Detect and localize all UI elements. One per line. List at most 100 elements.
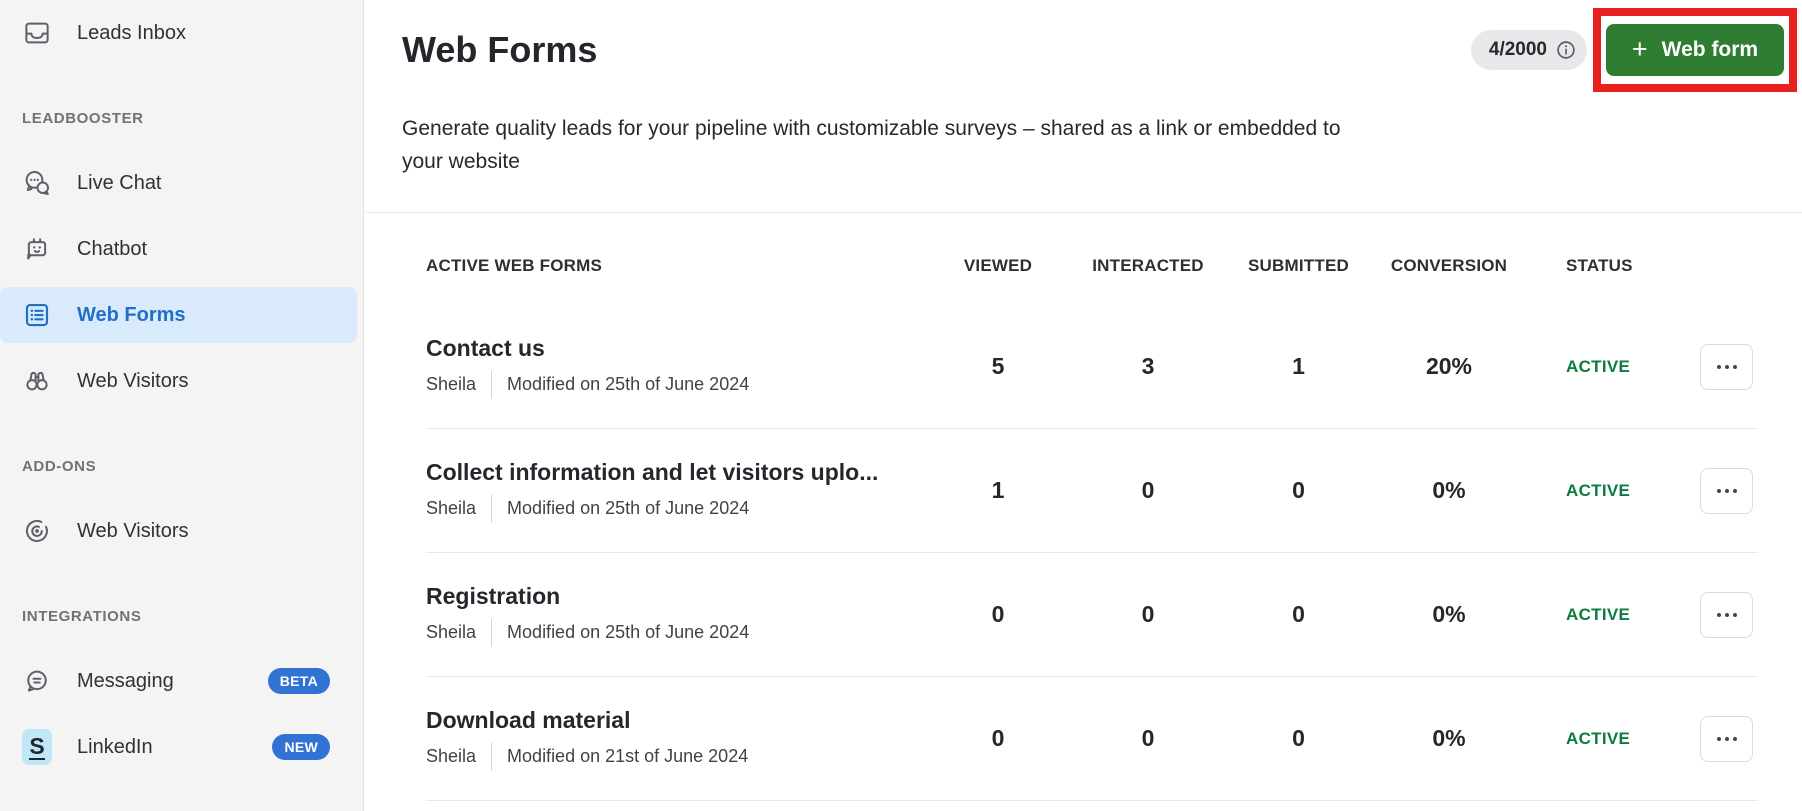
more-options-button[interactable]	[1700, 343, 1753, 390]
info-icon[interactable]	[1555, 39, 1577, 61]
status-badge: ACTIVE	[1566, 604, 1631, 624]
column-header-submitted[interactable]: SUBMITTED	[1223, 256, 1374, 276]
sidebar-item-web-forms[interactable]: Web Forms	[0, 287, 357, 343]
form-subtitle: Sheila Modified on 25th of June 2024	[426, 370, 923, 399]
table-row: Collect information and let visitors upl…	[426, 429, 1758, 553]
add-web-form-button[interactable]: + Web form	[1606, 24, 1784, 76]
form-title[interactable]: Collect information and let visitors upl…	[426, 459, 906, 486]
subtitle-divider	[491, 742, 493, 771]
status-cell: ACTIVE	[1524, 481, 1700, 501]
new-badge: NEW	[272, 734, 330, 760]
viewed-value: 0	[991, 725, 1005, 751]
sidebar-item-label: Leads Inbox	[77, 21, 186, 44]
chatbot-icon	[22, 234, 52, 264]
plus-icon: +	[1631, 33, 1648, 64]
usage-counter-value: 4/2000	[1488, 39, 1547, 60]
sidebar-item-live-chat[interactable]: Live Chat	[0, 155, 363, 211]
submitted-value: 0	[1292, 725, 1305, 751]
form-title[interactable]: Registration	[426, 583, 906, 610]
conversion-value: 0%	[1432, 477, 1466, 503]
column-header-interacted[interactable]: INTERACTED	[1073, 256, 1223, 276]
sidebar-item-label: Web Visitors	[77, 519, 189, 542]
form-name-cell: Registration Sheila Modified on 25th of …	[426, 583, 923, 647]
form-title[interactable]: Contact us	[426, 335, 906, 362]
conversion-value: 0%	[1432, 601, 1466, 627]
page-header: Web Forms 4/2000 + Web form Generate qua…	[365, 0, 1802, 213]
form-modified: Modified on 21st of June 2024	[507, 746, 749, 766]
usage-counter-badge: 4/2000	[1470, 30, 1587, 70]
sidebar-item-label: Web Forms	[77, 303, 186, 326]
form-subtitle: Sheila Modified on 25th of June 2024	[426, 618, 923, 647]
column-header-viewed[interactable]: VIEWED	[923, 256, 1073, 276]
sidebar-item-messaging[interactable]: Messaging BETA	[0, 653, 363, 709]
form-modified: Modified on 25th of June 2024	[507, 374, 750, 394]
viewed-value: 0	[991, 601, 1005, 627]
form-title[interactable]: Download material	[426, 707, 906, 734]
submitted-value: 1	[1292, 353, 1305, 379]
sidebar-item-web-visitors[interactable]: Web Visitors	[0, 503, 363, 559]
sidebar-item-label: Messaging	[77, 669, 174, 692]
form-owner: Sheila	[426, 374, 477, 394]
form-subtitle: Sheila Modified on 25th of June 2024	[426, 494, 923, 523]
status-badge: ACTIVE	[1566, 728, 1631, 748]
table-row: Download material Sheila Modified on 21s…	[426, 677, 1758, 801]
beta-badge: BETA	[267, 668, 330, 694]
form-name-cell: Contact us Sheila Modified on 25th of Ju…	[426, 335, 923, 399]
sidebar-item-label: Live Chat	[77, 171, 162, 194]
more-options-button[interactable]	[1700, 591, 1753, 638]
subtitle-divider	[491, 370, 493, 399]
conversion-value: 20%	[1425, 353, 1473, 379]
add-web-form-label: Web form	[1661, 38, 1759, 61]
form-name-cell: Download material Sheila Modified on 21s…	[426, 707, 923, 771]
binoculars-icon	[22, 366, 52, 396]
table-row: Registration Sheila Modified on 25th of …	[426, 553, 1758, 677]
surfe-linkedin-icon: S	[22, 729, 52, 765]
interacted-value: 0	[1141, 477, 1155, 503]
main-content: Web Forms 4/2000 + Web form Generate qua…	[365, 0, 1802, 811]
form-modified: Modified on 25th of June 2024	[507, 498, 750, 518]
section-label-leadbooster: LEADBOOSTER	[22, 110, 144, 127]
web-forms-icon	[22, 300, 52, 330]
interacted-value: 0	[1141, 725, 1155, 751]
actions-cell	[1700, 715, 1758, 762]
status-cell: ACTIVE	[1524, 729, 1700, 749]
column-header-conversion[interactable]: CONVERSION	[1374, 256, 1524, 276]
form-modified: Modified on 25th of June 2024	[507, 622, 750, 642]
form-owner: Sheila	[426, 746, 477, 766]
form-name-cell: Collect information and let visitors upl…	[426, 459, 923, 523]
more-options-button[interactable]	[1700, 715, 1753, 762]
live-chat-icon	[22, 168, 52, 198]
conversion-value: 0%	[1432, 725, 1466, 751]
status-badge: ACTIVE	[1566, 356, 1631, 376]
annotation-highlight-box: + Web form	[1593, 8, 1797, 92]
viewed-value: 5	[991, 353, 1005, 379]
section-label-integrations: INTEGRATIONS	[22, 608, 142, 625]
sidebar-item-label: Chatbot	[77, 237, 148, 260]
form-owner: Sheila	[426, 498, 477, 518]
actions-cell	[1700, 467, 1758, 514]
inbox-icon	[22, 18, 52, 48]
sidebar-item-leads-inbox[interactable]: Leads Inbox	[0, 5, 363, 61]
status-cell: ACTIVE	[1524, 357, 1700, 377]
sidebar-item-linkedin[interactable]: S LinkedIn NEW	[0, 719, 363, 775]
status-badge: ACTIVE	[1566, 480, 1631, 500]
sidebar-item-prospector[interactable]: Web Visitors	[0, 353, 363, 409]
actions-cell	[1700, 591, 1758, 638]
submitted-value: 0	[1292, 477, 1305, 503]
column-header-status[interactable]: STATUS	[1524, 256, 1700, 276]
section-label-add-ons: ADD-ONS	[22, 458, 97, 475]
subtitle-divider	[491, 494, 493, 523]
submitted-value: 0	[1292, 601, 1305, 627]
page-description: Generate quality leads for your pipeline…	[402, 117, 1341, 173]
table-row: Contact us Sheila Modified on 25th of Ju…	[426, 305, 1758, 429]
more-options-button[interactable]	[1700, 467, 1753, 514]
form-owner: Sheila	[426, 622, 477, 642]
radar-icon	[22, 516, 52, 546]
messaging-icon	[22, 666, 52, 696]
table-header-row: ACTIVE WEB FORMS VIEWED INTERACTED SUBMI…	[426, 213, 1758, 305]
column-header-active-web-forms[interactable]: ACTIVE WEB FORMS	[426, 256, 923, 276]
interacted-value: 0	[1141, 601, 1155, 627]
sidebar-item-label: Web Visitors	[77, 369, 189, 392]
sidebar-item-chatbot[interactable]: Chatbot	[0, 221, 363, 277]
status-cell: ACTIVE	[1524, 605, 1700, 625]
